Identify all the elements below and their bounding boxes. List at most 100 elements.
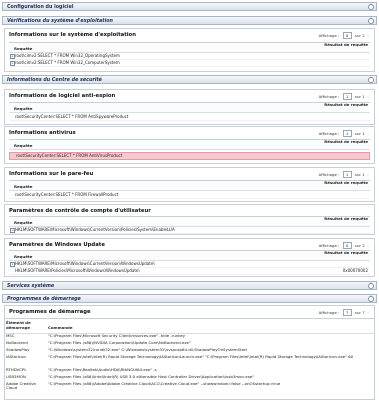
display-label: Affichage : (318, 243, 340, 248)
request-cell: root\SecurityCenter:SELECT * FROM Firewa… (15, 192, 119, 197)
section-startup[interactable]: Programmes de démarrage ˄ (2, 294, 377, 303)
startup-item-cell: MSC (6, 333, 15, 338)
selected-table-row[interactable]: root\SecurityCenter:SELECT * FROM AntiVi… (9, 152, 370, 160)
request-header: Requête (14, 184, 33, 189)
request-cell: root\cimv2:SELECT * FROM Win32_Operating… (15, 53, 120, 58)
page-current[interactable]: 1 (342, 171, 352, 178)
command-header: Commande (48, 325, 73, 330)
request-header: Requête (14, 106, 33, 111)
command-cell: "C:\Program Files\Realtek\Audio\HDA\RtkN… (48, 367, 157, 372)
pager: Affichage : 7 sur 7 › (319, 309, 370, 316)
page-current[interactable]: 7 (342, 309, 352, 316)
table-row[interactable]: + root\cimv2:SELECT * FROM Win32_Operati… (9, 53, 370, 60)
result-header: Résultat de requête (324, 139, 368, 144)
pager: Affichage : 1 sur 1 › (319, 93, 370, 100)
antivirus-panel: Informations antivirus Affichage : 1 sur… (4, 126, 375, 164)
windows-update-table: Requête Résultat de requête + HKLM\SOFTW… (9, 250, 370, 277)
display-label: Affichage : (318, 94, 340, 99)
uac-panel: Paramètres de contrôle de compte d'utili… (4, 204, 375, 235)
collapse-icon[interactable]: ˄ (368, 77, 374, 83)
on-label: sur (354, 243, 362, 248)
page-current[interactable]: 1 (342, 93, 352, 100)
request-cell: root\cimv2:SELECT * FROM Win32_ComputerS… (15, 60, 120, 65)
display-label: Affichage : (318, 172, 340, 177)
section-security-center[interactable]: Informations du Centre de sécurité ˄ (2, 75, 377, 84)
table-header: Requête Résultat de requête (9, 42, 370, 53)
firewall-table: Requête Résultat de requête root\Securit… (9, 180, 370, 201)
request-header: Requête (14, 254, 33, 259)
panel-title: Informations sur le système d'exploitati… (9, 32, 136, 38)
collapse-icon[interactable]: ˄ (368, 4, 374, 10)
table-header: Requête Résultat de requête (9, 250, 370, 261)
page-total: 1 (362, 131, 365, 136)
startup-item-cell: USB3MON (6, 374, 26, 379)
section-title: Services système (7, 283, 55, 289)
panel-title: Programmes de démarrage (9, 309, 91, 315)
result-header: Résultat de requête (324, 216, 368, 221)
display-label: Affichage : (318, 33, 340, 38)
page-total: 1 (362, 94, 365, 99)
table-row[interactable]: root\SecurityCenter:SELECT * FROM Firewa… (9, 192, 370, 199)
table-row[interactable]: HKLM\SOFTWARE\Policies\Microsoft\Windows… (9, 268, 370, 275)
command-cell: "C:\Program Files\Intel\Intel(R) Rapid S… (48, 354, 354, 359)
page-total: 7 (362, 310, 365, 315)
table-row[interactable]: + HKLM\SOFTWARE\Microsoft\Windows\Curren… (9, 261, 370, 268)
table-header: Élément de démarrage Commande (4, 319, 375, 334)
next-page-icon[interactable]: › (366, 94, 370, 99)
page-current[interactable]: 1 (342, 130, 352, 137)
pager: Affichage : 0 sur 2 › (319, 242, 370, 249)
panel-title: Paramètres de Windows Update (9, 242, 105, 248)
firewall-panel: Informations sur le pare-feu Affichage :… (4, 167, 375, 202)
page-current[interactable]: 0 (342, 242, 352, 249)
startup-item-cell: Adobe Creative Cloud (6, 381, 36, 391)
page-current[interactable]: 0 (342, 32, 352, 39)
section-os-checks[interactable]: Vérifications du système d'exploitation … (2, 16, 377, 25)
antispy-panel: Informations de logiciel anti-espion Aff… (4, 89, 375, 125)
antivirus-table: Requête Résultat de requête root\Securit… (9, 139, 370, 163)
command-cell: "C:\Program Files (x86)\NVIDIA Corporati… (48, 340, 191, 345)
table-row[interactable]: root\SecurityCenter:SELECT * FROM AntiSp… (9, 114, 370, 121)
command-cell: "C:\Windows\system32\rundll32.exe" C:\Wi… (48, 347, 248, 352)
panel-title: Informations de logiciel anti-espion (9, 93, 116, 99)
table-header: Requête Résultat de requête (9, 102, 370, 113)
display-label: Affichage : (318, 131, 340, 136)
result-header: Résultat de requête (324, 102, 368, 107)
result-header: Résultat de requête (324, 180, 368, 185)
panel-title: Informations sur le pare-feu (9, 171, 94, 177)
expand-section-icon[interactable]: ˅ (368, 283, 374, 289)
command-cell: "C:\Program Files\Microsoft Security Cli… (48, 333, 186, 338)
command-cell: "C:\Program Files (x86)\Adobe\Adobe Crea… (48, 381, 281, 386)
request-cell: HKLM\SOFTWARE\Policies\Microsoft\Windows… (15, 268, 140, 273)
on-label: sur (354, 172, 362, 177)
on-label: sur (354, 310, 362, 315)
startup-item-cell: RTHDVCPL (6, 367, 27, 372)
collapse-icon[interactable]: ˄ (368, 18, 374, 24)
result-cell: 0x00070002 (342, 268, 368, 273)
next-page-icon[interactable]: › (366, 33, 370, 38)
section-services[interactable]: Services système ˅ (2, 281, 377, 290)
request-cell: HKLM\SOFTWARE\Microsoft\Windows\CurrentV… (15, 227, 175, 232)
result-header: Résultat de requête (324, 250, 368, 255)
next-page-icon[interactable]: › (366, 243, 370, 248)
os-info-table: Requête Résultat de requête + root\cimv2… (9, 42, 370, 71)
uac-table: Requête Résultat de requête + HKLM\SOFTW… (9, 216, 370, 235)
pager: Affichage : 0 sur 2 › (319, 32, 370, 39)
table-row[interactable]: + HKLM\SOFTWARE\Microsoft\Windows\Curren… (9, 227, 370, 234)
pager: Affichage : 1 sur 1 › (319, 130, 370, 137)
next-page-icon[interactable]: › (366, 172, 370, 177)
next-page-icon[interactable]: › (366, 310, 370, 315)
request-cell: root\SecurityCenter:SELECT * FROM AntiSp… (15, 114, 129, 119)
pager: Affichage : 1 sur 1 › (319, 171, 370, 178)
command-cell: "C:\Program Files (x86)\Intel\Intel(R) U… (48, 374, 254, 379)
next-page-icon[interactable]: › (366, 131, 370, 136)
page-total: 2 (362, 33, 365, 38)
startup-item-cell: ShadowPlay (6, 347, 30, 352)
collapse-icon[interactable]: ˄ (368, 296, 374, 302)
header-bar[interactable]: Configuration du logiciel ˄ (2, 2, 377, 11)
table-header: Requête Résultat de requête (9, 180, 370, 191)
request-header: Requête (14, 143, 33, 148)
request-cell: HKLM\SOFTWARE\Microsoft\Windows\CurrentV… (15, 261, 155, 266)
display-label: Affichage : (318, 310, 340, 315)
table-row[interactable]: + root\cimv2:SELECT * FROM Win32_Compute… (9, 60, 370, 67)
panel-title: Informations antivirus (9, 130, 76, 136)
